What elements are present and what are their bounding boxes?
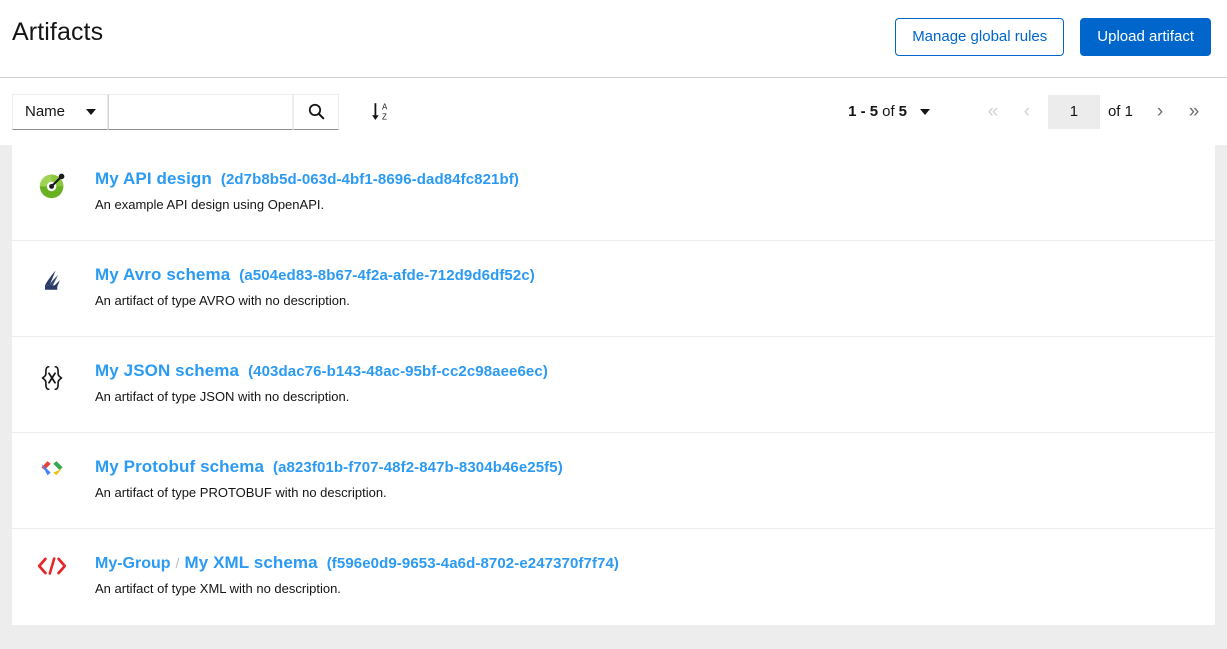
chevron-down-icon	[919, 108, 930, 115]
artifact-id: (f596e0d9-9653-4a6d-8702-e247370f7f74)	[326, 555, 620, 572]
artifact-name-link[interactable]: My JSON schema	[95, 361, 239, 381]
artifact-body: My JSON schema (403dac76-b143-48ac-95bf-…	[95, 361, 1195, 406]
artifact-id: (403dac76-b143-48ac-95bf-cc2c98aee6ec)	[248, 363, 548, 380]
table-row[interactable]: My JSON schema (403dac76-b143-48ac-95bf-…	[12, 337, 1215, 433]
group-separator: /	[175, 555, 180, 571]
artifact-title-line: My JSON schema (403dac76-b143-48ac-95bf-…	[95, 361, 1195, 381]
table-row[interactable]: My API design (2d7b8b5d-063d-4bf1-8696-d…	[12, 145, 1215, 241]
artifact-body: My Protobuf schema (a823f01b-f707-48f2-8…	[95, 457, 1195, 502]
artifact-body: My Avro schema (a504ed83-8b67-4f2a-afde-…	[95, 265, 1195, 310]
artifact-description: An artifact of type JSON with no descrip…	[95, 389, 350, 404]
search-icon	[308, 103, 324, 120]
upload-artifact-button[interactable]: Upload artifact	[1080, 18, 1211, 56]
search-button[interactable]	[293, 93, 339, 130]
artifact-description: An artifact of type XML with no descript…	[95, 581, 341, 596]
artifact-icon	[32, 169, 72, 200]
artifact-icon	[32, 457, 72, 481]
artifact-name-link[interactable]: My XML schema	[184, 553, 317, 573]
filter-type-label: Name	[25, 103, 66, 120]
artifact-title-line: My Avro schema (a504ed83-8b67-4f2a-afde-…	[95, 265, 1195, 285]
pagination-total: 5	[898, 103, 907, 120]
artifact-icon	[32, 265, 72, 295]
chevron-down-icon	[86, 108, 96, 115]
sort-button[interactable]: A Z	[365, 96, 397, 128]
page-number-input[interactable]	[1047, 94, 1100, 129]
artifact-description: An artifact of type AVRO with no descrip…	[95, 293, 350, 308]
artifact-body: My API design (2d7b8b5d-063d-4bf1-8696-d…	[95, 169, 1195, 214]
artifact-icon	[32, 553, 72, 577]
artifact-description: An example API design using OpenAPI.	[95, 197, 325, 212]
json-icon	[41, 365, 63, 391]
previous-page-button[interactable]: ‹	[1010, 95, 1044, 129]
artifact-name-link[interactable]: My API design	[95, 169, 212, 189]
artifact-title-line: My API design (2d7b8b5d-063d-4bf1-8696-d…	[95, 169, 1195, 189]
pagination-of-label: of	[882, 103, 895, 120]
page-title: Artifacts	[12, 18, 104, 46]
svg-text:Z: Z	[382, 113, 387, 122]
next-page-button[interactable]: ›	[1143, 95, 1177, 129]
artifact-title-line: My Protobuf schema (a823f01b-f707-48f2-8…	[95, 457, 1195, 477]
artifact-id: (a823f01b-f707-48f2-847b-8304b46e25f5)	[273, 459, 563, 476]
avro-icon	[45, 270, 60, 290]
table-row[interactable]: My Protobuf schema (a823f01b-f707-48f2-8…	[12, 433, 1215, 529]
header-actions: Manage global rules Upload artifact	[895, 16, 1211, 56]
artifact-title-line: My-Group / My XML schema (f596e0d9-9653-…	[95, 553, 1195, 573]
table-row[interactable]: My Avro schema (a504ed83-8b67-4f2a-afde-…	[12, 241, 1215, 337]
artifact-name-link[interactable]: My Protobuf schema	[95, 457, 264, 477]
artifact-id: (a504ed83-8b67-4f2a-afde-712d9d6df52c)	[239, 267, 535, 284]
manage-global-rules-button[interactable]: Manage global rules	[895, 18, 1065, 56]
artifact-group-link[interactable]: My-Group	[95, 555, 171, 573]
filter-type-dropdown[interactable]: Name	[12, 93, 108, 130]
artifact-body: My-Group / My XML schema (f596e0d9-9653-…	[95, 553, 1195, 598]
toolbar: Name A Z 1 - 5 of 5 « ‹ 1 of 1 › »	[0, 78, 1227, 145]
protobuf-icon	[41, 461, 63, 476]
xml-icon	[37, 557, 67, 575]
artifact-list: My API design (2d7b8b5d-063d-4bf1-8696-d…	[0, 145, 1227, 649]
first-page-button[interactable]: «	[976, 95, 1010, 129]
filter-group: Name	[12, 93, 339, 130]
last-page-button[interactable]: »	[1177, 95, 1211, 129]
pagination-range: 1 - 5	[848, 103, 879, 120]
artifact-icon	[32, 361, 72, 393]
page-total-label: of 1	[1107, 103, 1133, 120]
sort-alpha-down-icon: A Z	[372, 103, 388, 122]
pagination: 1 - 5 of 5 « ‹ of 1 › »	[848, 94, 1211, 129]
svg-text:A: A	[382, 103, 388, 112]
openapi-icon	[39, 173, 64, 199]
pagination-nav: « ‹ of 1 › »	[976, 94, 1211, 129]
page-header: Artifacts Manage global rules Upload art…	[0, 0, 1227, 78]
table-row[interactable]: My-Group / My XML schema (f596e0d9-9653-…	[12, 529, 1215, 625]
pagination-summary-dropdown[interactable]: 1 - 5 of 5	[848, 103, 930, 120]
artifact-name-link[interactable]: My Avro schema	[95, 265, 230, 285]
search-input[interactable]	[108, 93, 293, 130]
artifact-id: (2d7b8b5d-063d-4bf1-8696-dad84fc821bf)	[220, 171, 519, 188]
artifact-description: An artifact of type PROTOBUF with no des…	[95, 485, 387, 500]
